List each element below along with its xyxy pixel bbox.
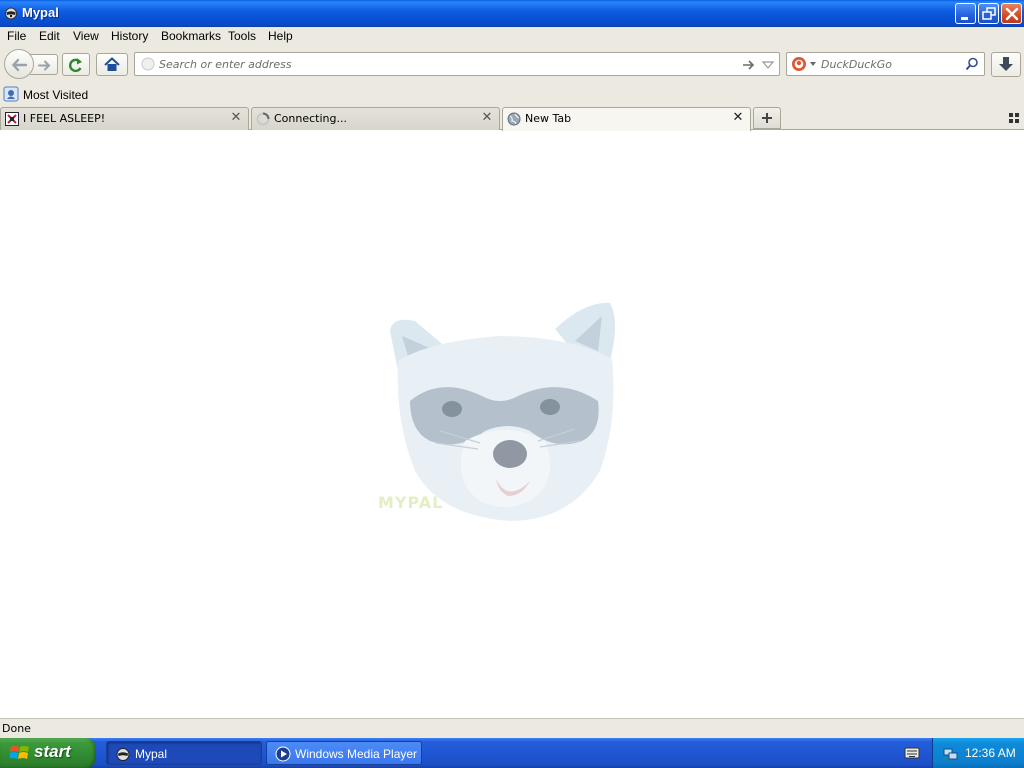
minimize-button[interactable]: [955, 3, 976, 24]
reload-button[interactable]: [62, 53, 90, 76]
tab-favicon-icon: [5, 112, 19, 126]
minimize-icon: [961, 17, 968, 20]
taskbar-clock: 12:36 AM: [965, 746, 1016, 760]
close-icon: [1005, 7, 1019, 21]
plus-icon: [762, 113, 772, 123]
tab-new-tab[interactable]: New Tab ✕: [502, 107, 751, 131]
taskbar-item-mypal[interactable]: Mypal: [106, 741, 262, 765]
window-title: Mypal: [22, 5, 59, 20]
tab-connecting[interactable]: Connecting... ✕: [251, 107, 500, 130]
close-window-button[interactable]: [1001, 3, 1022, 24]
tab-close-icon[interactable]: ✕: [732, 111, 744, 125]
tab-label: New Tab: [525, 112, 572, 125]
back-button[interactable]: [4, 49, 34, 79]
mypal-logo-text: MYPAL: [378, 493, 443, 512]
all-tabs-icon[interactable]: [1009, 113, 1019, 123]
task-label: Windows Media Player: [295, 747, 418, 761]
menu-history[interactable]: History: [111, 29, 148, 43]
home-button[interactable]: [96, 53, 128, 76]
menu-view[interactable]: View: [73, 29, 99, 43]
keyboard-language-icon[interactable]: [904, 746, 920, 760]
duckduckgo-engine-icon[interactable]: [791, 56, 817, 72]
download-arrow-icon: [999, 57, 1013, 71]
downloads-button[interactable]: [991, 52, 1021, 77]
restore-icon: [982, 7, 996, 20]
menu-bookmarks[interactable]: Bookmarks: [161, 29, 221, 43]
tab-strip: I FEEL ASLEEP! ✕ Connecting... ✕ New Tab…: [0, 105, 1024, 131]
tab-close-icon[interactable]: ✕: [481, 111, 493, 125]
menu-edit[interactable]: Edit: [39, 29, 60, 43]
windows-taskbar: start Mypal Windows Media Player 12:36 A…: [0, 738, 1024, 768]
mypal-task-icon: [116, 748, 130, 761]
media-player-icon: [275, 746, 291, 762]
menu-tools[interactable]: Tools: [228, 29, 256, 43]
bookmarks-toolbar: Most Visited: [0, 83, 1024, 105]
address-input[interactable]: [159, 56, 729, 72]
go-arrow-icon[interactable]: [741, 58, 755, 72]
mypal-app-icon: [5, 7, 17, 20]
task-label: Mypal: [135, 747, 168, 761]
home-icon: [104, 57, 120, 71]
system-tray: 12:36 AM: [932, 738, 1024, 768]
reload-icon: [68, 58, 82, 73]
back-arrow-icon: [11, 58, 28, 72]
globe-icon: [507, 112, 521, 126]
address-bar[interactable]: [134, 52, 780, 76]
mypal-raccoon-logo: MYPAL: [378, 302, 615, 521]
tab-label: I FEEL ASLEEP!: [23, 112, 106, 125]
menu-bar: File Edit View History Bookmarks Tools H…: [0, 27, 1024, 46]
page-identity-icon: [141, 57, 155, 71]
start-label: start: [34, 742, 71, 761]
windows-logo-icon: [10, 746, 29, 759]
dropdown-arrow-icon[interactable]: [762, 59, 774, 71]
page-content: MYPAL: [0, 131, 1024, 718]
restore-button[interactable]: [978, 3, 999, 24]
menu-help[interactable]: Help: [268, 29, 293, 43]
window-titlebar[interactable]: Mypal: [0, 0, 1024, 27]
loading-spinner-icon: [256, 112, 270, 126]
bookmark-label: Most Visited: [23, 88, 89, 102]
navigation-toolbar: [0, 46, 1024, 83]
tab-i-feel-asleep[interactable]: I FEEL ASLEEP! ✕: [0, 107, 249, 130]
most-visited-folder-icon: [3, 86, 19, 102]
taskbar-item-windows-media-player[interactable]: Windows Media Player: [266, 741, 422, 765]
search-input[interactable]: [821, 56, 961, 72]
network-connection-icon[interactable]: [943, 745, 959, 761]
search-icon[interactable]: [965, 57, 979, 71]
tab-close-icon[interactable]: ✕: [230, 111, 242, 125]
status-bar: Done: [0, 718, 1024, 738]
start-button[interactable]: start: [0, 738, 96, 768]
tab-label: Connecting...: [274, 112, 347, 125]
status-text: Done: [2, 722, 31, 735]
search-bar[interactable]: [786, 52, 985, 76]
menu-file[interactable]: File: [7, 29, 26, 43]
new-tab-button[interactable]: [753, 107, 781, 129]
